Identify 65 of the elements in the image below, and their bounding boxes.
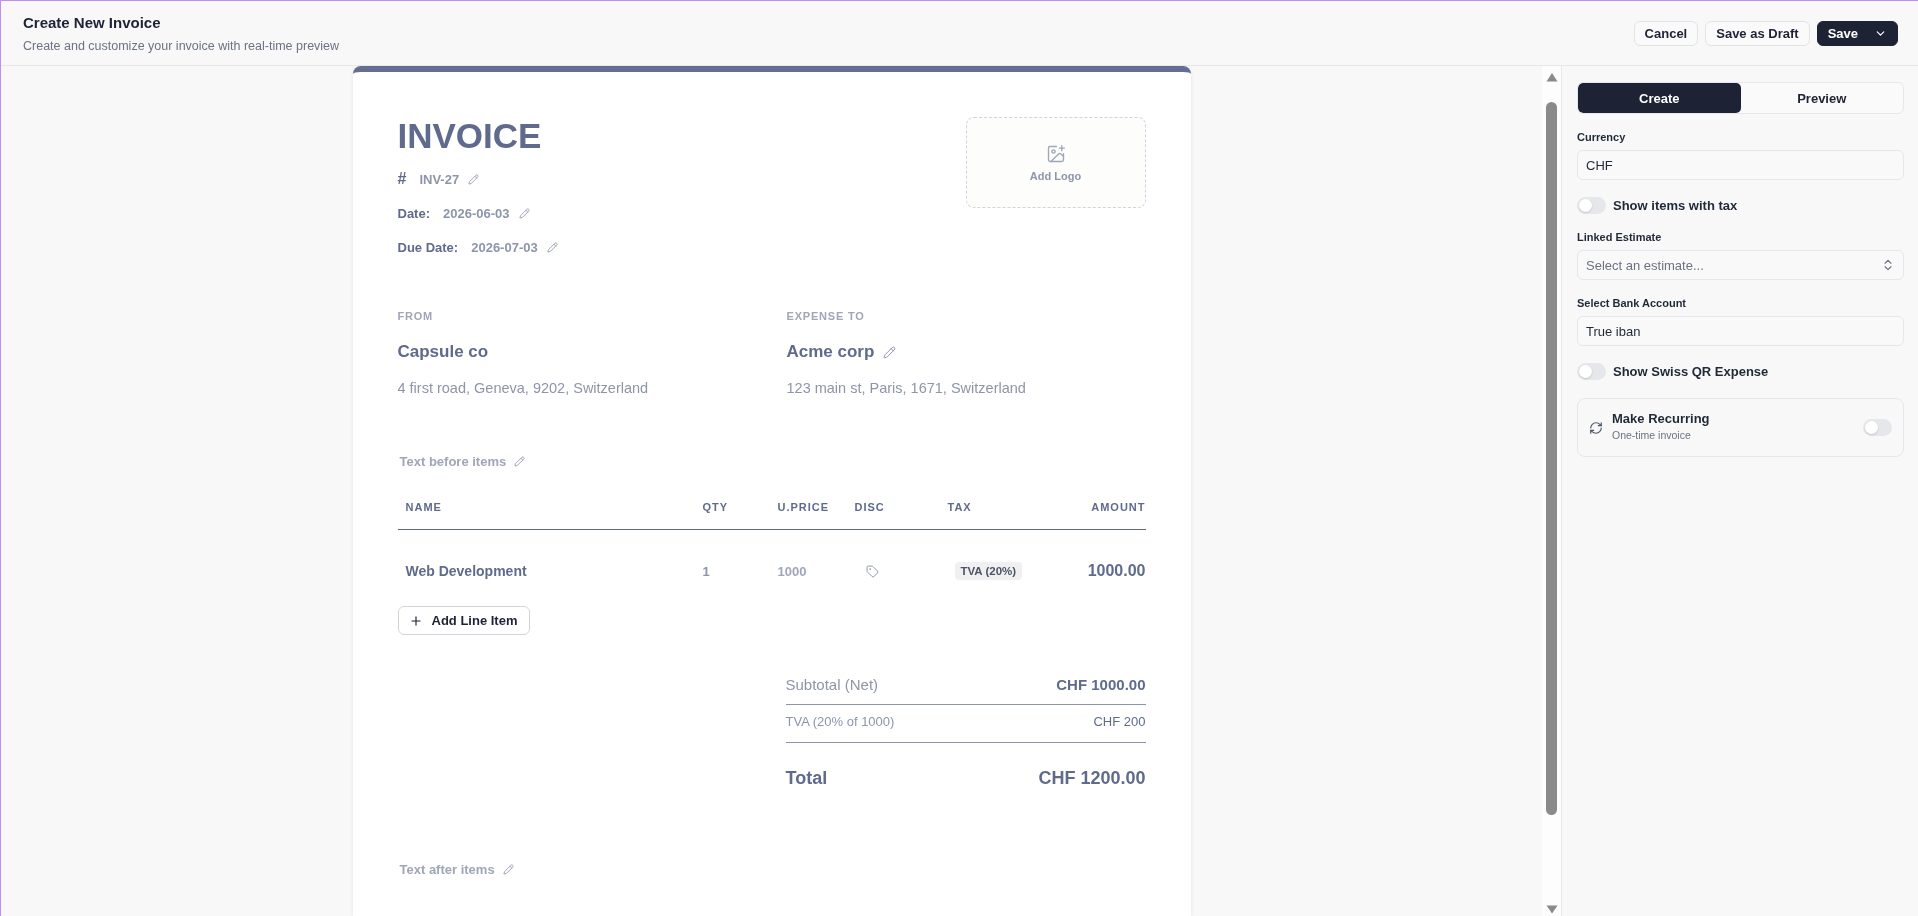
pencil-icon[interactable] <box>468 173 480 185</box>
refresh-icon <box>1589 420 1603 435</box>
recurring-subtitle: One-time invoice <box>1612 429 1691 441</box>
recurring-title: Make Recurring <box>1612 411 1710 426</box>
field-label: Select Bank Account <box>1577 297 1686 310</box>
pencil-icon[interactable] <box>514 455 526 467</box>
column-header: U.PRICE <box>776 500 830 513</box>
meta-label: Date: <box>397 205 430 221</box>
add-line-item-button[interactable]: Add Line Item <box>397 606 531 635</box>
party-name: Capsule co <box>397 341 489 363</box>
meta-value: 2026-06-03 <box>443 205 510 221</box>
tab[interactable]: Preview <box>1740 83 1903 113</box>
pencil-icon[interactable] <box>546 241 558 253</box>
select-field[interactable]: Select an estimate... <box>1577 250 1904 280</box>
toggle-switch[interactable] <box>1577 363 1606 380</box>
item-amount: 1000.00 <box>1087 562 1146 580</box>
column-header: QTY <box>701 500 729 513</box>
party-address: 4 first road, Geneva, 9202, Switzerland <box>397 379 649 398</box>
column-header: NAME <box>404 500 442 513</box>
toggle-label: Show Swiss QR Expense <box>1613 364 1769 379</box>
item-qty: 1 <box>701 563 710 579</box>
scroll-down-icon[interactable] <box>1545 905 1558 914</box>
input-field[interactable]: True iban <box>1577 316 1904 346</box>
meta-value: INV-27 <box>419 171 460 187</box>
column-header: AMOUNT <box>1091 500 1146 513</box>
field-label: Currency <box>1577 131 1626 144</box>
plus-icon <box>408 613 423 628</box>
tag-icon[interactable] <box>865 564 879 578</box>
input-field[interactable]: CHF <box>1577 150 1904 180</box>
tax-badge: TVA (20%) <box>954 562 1023 580</box>
header-button[interactable]: Save as Draft <box>1705 20 1810 46</box>
pencil-icon[interactable] <box>883 345 897 359</box>
toggle-label: Show items with tax <box>1613 198 1738 213</box>
hash-label: # <box>397 170 407 188</box>
total-value: CHF 1000.00 <box>1056 675 1146 693</box>
column-header: DISC <box>853 500 885 513</box>
tab[interactable]: Create <box>1578 83 1741 113</box>
field-label: Linked Estimate <box>1577 231 1662 244</box>
total-label: Subtotal (Net) <box>785 675 879 693</box>
total-value: CHF 200 <box>1093 713 1146 729</box>
image-plus-icon <box>1045 143 1066 164</box>
meta-label: Due Date: <box>397 239 459 255</box>
column-header: TAX <box>946 500 972 513</box>
pencil-icon[interactable] <box>518 207 530 219</box>
toggle-switch[interactable] <box>1863 419 1892 436</box>
party-heading: FROM <box>397 309 434 323</box>
pencil-icon[interactable] <box>502 863 514 875</box>
toggle-switch[interactable] <box>1577 197 1606 214</box>
page-subtitle: Create and customize your invoice with real-time preview <box>23 38 340 54</box>
party-heading: EXPENSE TO <box>786 309 865 323</box>
scroll-up-icon[interactable] <box>1545 72 1558 82</box>
scrollbar-track[interactable] <box>1542 66 1561 916</box>
party-address: 123 main st, Paris, 1671, Switzerland <box>786 379 1026 398</box>
header-button[interactable]: Cancel <box>1633 20 1699 46</box>
total-value: CHF 1200.00 <box>1038 767 1146 789</box>
item-unit-price: 1000 <box>776 563 807 579</box>
total-label: TVA (20% of 1000) <box>785 713 895 729</box>
scrollbar-thumb[interactable] <box>1546 102 1557 815</box>
invoice-title: INVOICE <box>397 115 543 157</box>
party-name: Acme corp <box>786 341 875 363</box>
total-label: Total <box>785 767 828 789</box>
meta-value: 2026-07-03 <box>471 239 538 255</box>
page-title: Create New Invoice <box>23 14 162 32</box>
save-button[interactable]: Save <box>1816 20 1898 46</box>
item-name: Web Development <box>404 563 527 579</box>
